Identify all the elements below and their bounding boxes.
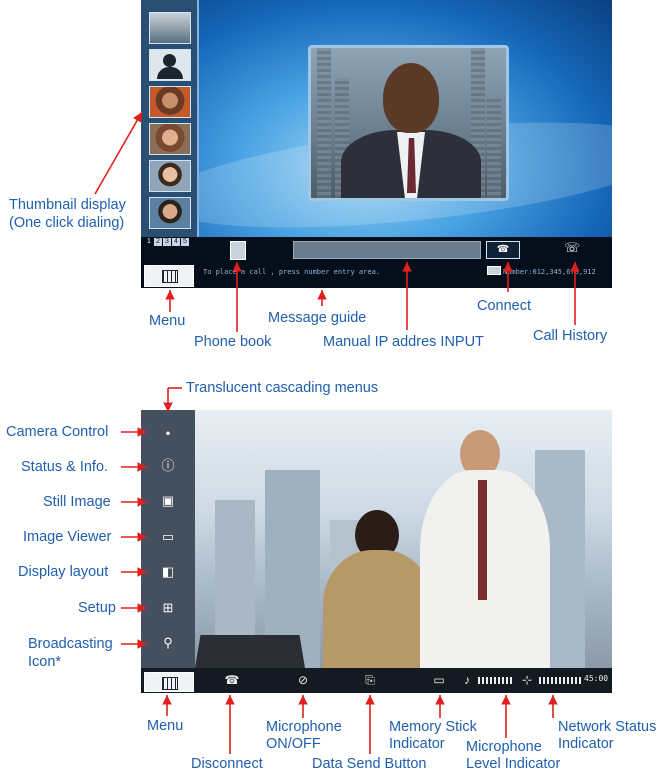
label-phone-book: Phone book — [194, 334, 272, 350]
label-data-send: Data Send Button — [312, 756, 427, 772]
label-menu-bottom: Menu — [147, 718, 184, 734]
label-network-status: Network Status — [558, 719, 657, 735]
label-broadcasting-sub: Icon* — [28, 654, 62, 670]
label-memory-stick: Memory Stick — [389, 719, 477, 735]
label-microphone-onoff: Microphone — [266, 719, 342, 735]
label-broadcasting: Broadcasting — [28, 636, 113, 652]
label-manual-ip: Manual IP addres INPUT — [323, 334, 484, 350]
label-still-image: Still Image — [43, 494, 111, 510]
label-memory-stick-sub: Indicator — [389, 736, 445, 752]
label-translucent-menus: Translucent cascading menus — [186, 380, 379, 396]
label-thumbnail-display: Thumbnail display — [9, 197, 126, 213]
label-menu-top: Menu — [149, 313, 186, 329]
label-call-history: Call History — [533, 328, 608, 344]
label-mic-level-sub: Level Indicator — [466, 756, 561, 772]
label-status-info: Status & Info. — [21, 459, 109, 475]
label-image-viewer: Image Viewer — [23, 529, 112, 545]
label-disconnect: Disconnect — [191, 756, 263, 772]
label-network-status-sub: Indicator — [558, 736, 614, 752]
label-connect: Connect — [477, 298, 532, 314]
label-camera-control: Camera Control — [6, 424, 109, 440]
label-display-layout: Display layout — [18, 564, 109, 580]
label-setup: Setup — [78, 600, 116, 616]
label-microphone-onoff-sub: ON/OFF — [266, 736, 321, 752]
label-thumbnail-display-sub: (One click dialing) — [9, 215, 125, 231]
label-message-guide: Message guide — [268, 310, 367, 326]
label-mic-level: Microphone — [466, 739, 542, 755]
